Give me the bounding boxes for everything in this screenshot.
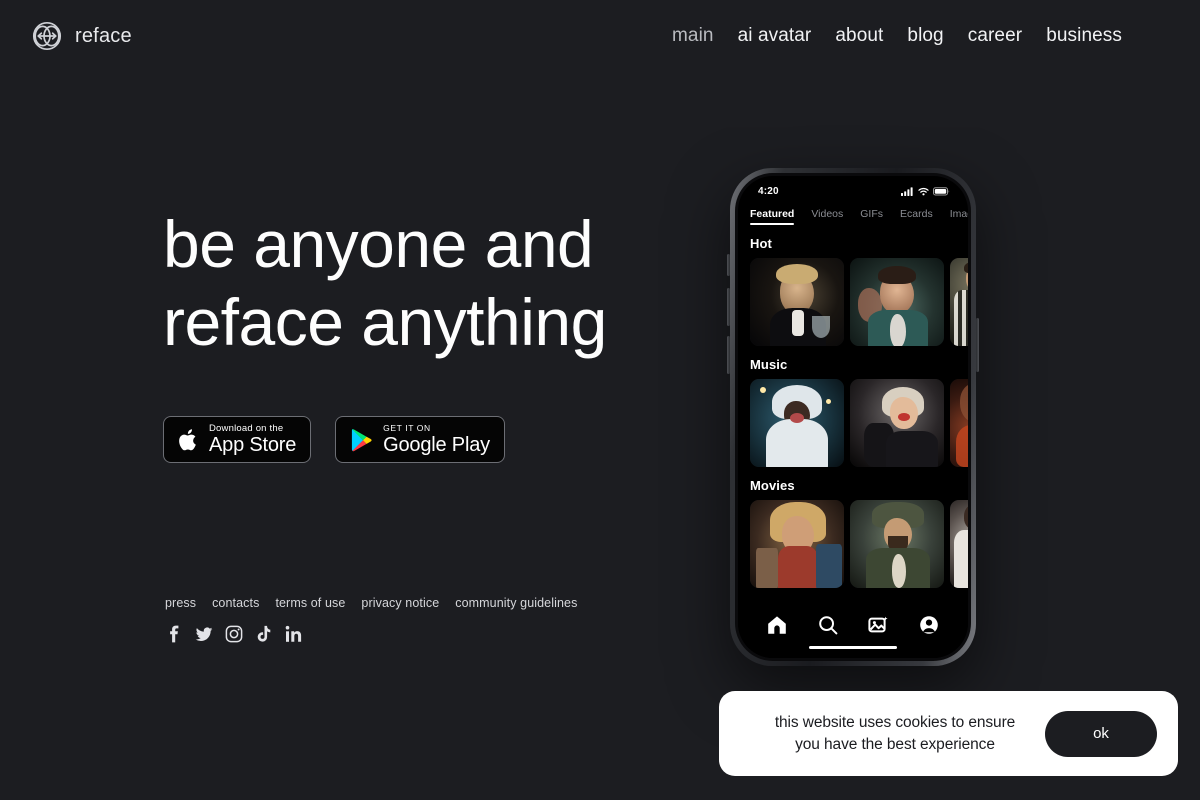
footer-link-terms-of-use[interactable]: terms of use bbox=[275, 596, 345, 610]
search-icon[interactable] bbox=[817, 614, 839, 636]
phone-mockup: 4:20 Featured Videos GIFs Ecards Ima Hot… bbox=[727, 168, 979, 666]
main-nav: main ai avatar about blog career busines… bbox=[672, 25, 1122, 47]
phone-volume-down-button bbox=[727, 336, 730, 374]
thumbnail-party-selfie[interactable] bbox=[850, 258, 944, 346]
section-movies: Movies bbox=[738, 467, 968, 588]
footer-link-privacy-notice[interactable]: privacy notice bbox=[361, 596, 439, 610]
thumbnail-plaid-suit[interactable] bbox=[950, 258, 968, 346]
thumbnail-row-movies bbox=[750, 500, 968, 588]
section-title-music: Music bbox=[750, 357, 788, 372]
thumbnail-santa-costume[interactable] bbox=[750, 379, 844, 467]
phone-power-button bbox=[976, 318, 979, 372]
phone-screen: 4:20 Featured Videos GIFs Ecards Ima Hot… bbox=[738, 176, 968, 658]
cookie-accept-button[interactable]: ok bbox=[1045, 710, 1157, 757]
google-play-badge-subtitle: GET IT ON bbox=[383, 423, 431, 433]
section-title-movies: Movies bbox=[750, 478, 795, 493]
phone-mute-switch bbox=[727, 254, 730, 276]
tiktok-icon[interactable] bbox=[255, 625, 273, 643]
instagram-icon[interactable] bbox=[225, 625, 243, 643]
reface-landing-page: reface main ai avatar about blog career … bbox=[0, 0, 1200, 800]
profile-icon[interactable] bbox=[918, 614, 940, 636]
photo-magic-icon[interactable] bbox=[867, 614, 889, 636]
linkedin-icon[interactable] bbox=[285, 625, 303, 643]
thumbnail-row-hot bbox=[750, 258, 968, 346]
tab-gifs[interactable]: GIFs bbox=[860, 208, 883, 225]
nav-item-main[interactable]: main bbox=[672, 25, 714, 47]
cellular-signal-icon bbox=[901, 186, 913, 196]
phone-volume-up-button bbox=[727, 288, 730, 326]
home-indicator bbox=[809, 646, 897, 649]
content-tabs: Featured Videos GIFs Ecards Images bbox=[738, 200, 968, 225]
app-bottom-nav bbox=[738, 604, 968, 658]
footer-link-community-guidelines[interactable]: community guidelines bbox=[455, 596, 577, 610]
nav-item-business[interactable]: business bbox=[1046, 25, 1122, 47]
wifi-icon bbox=[918, 187, 929, 195]
social-links bbox=[165, 625, 577, 643]
status-bar-icons bbox=[901, 186, 950, 196]
brand-logo[interactable]: reface bbox=[30, 19, 132, 53]
app-store-badge-subtitle: Download on the bbox=[209, 423, 284, 434]
tab-featured[interactable]: Featured bbox=[750, 208, 795, 225]
tab-images[interactable]: Images bbox=[950, 208, 968, 225]
nav-item-blog[interactable]: blog bbox=[907, 25, 943, 47]
google-play-badge[interactable]: GET IT ON Google Play bbox=[335, 416, 505, 463]
footer-link-contacts[interactable]: contacts bbox=[212, 596, 259, 610]
tab-ecards[interactable]: Ecards bbox=[900, 208, 933, 225]
thumbnail-leonardo-toast[interactable] bbox=[750, 258, 844, 346]
store-badges: Download on the App Store GET IT ON Goog… bbox=[163, 416, 723, 463]
thumbnail-miley-mic[interactable] bbox=[850, 379, 944, 467]
home-icon[interactable] bbox=[766, 614, 788, 636]
section-music: Music bbox=[738, 346, 968, 467]
hero-section: be anyone and reface anything Download o… bbox=[163, 205, 723, 463]
thumbnail-jack-sparrow[interactable] bbox=[850, 500, 944, 588]
thumbnail-warm-stage[interactable] bbox=[950, 379, 968, 467]
status-bar: 4:20 bbox=[738, 176, 968, 200]
status-bar-time: 4:20 bbox=[758, 185, 779, 197]
google-play-icon bbox=[352, 428, 372, 451]
thumbnail-iron-man[interactable] bbox=[750, 500, 844, 588]
cookie-consent-text: this website uses cookies to ensure you … bbox=[745, 712, 1045, 756]
app-store-badge-title: App Store bbox=[209, 434, 297, 456]
cookie-text-line-1: this website uses cookies to ensure bbox=[774, 713, 1016, 731]
footer-link-press[interactable]: press bbox=[165, 596, 196, 610]
cookie-text-line-2: you have the best experience bbox=[795, 735, 995, 753]
site-header: reface main ai avatar about blog career … bbox=[0, 0, 1200, 72]
brand-name: reface bbox=[75, 24, 132, 47]
twitter-icon[interactable] bbox=[195, 625, 213, 643]
thumbnail-white-outfit[interactable] bbox=[950, 500, 968, 588]
globe-swap-icon bbox=[32, 21, 62, 51]
apple-icon bbox=[179, 428, 196, 450]
footer-links: press contacts terms of use privacy noti… bbox=[165, 596, 577, 610]
section-hot: Hot bbox=[738, 225, 968, 346]
nav-item-about[interactable]: about bbox=[835, 25, 883, 47]
nav-item-career[interactable]: career bbox=[968, 25, 1022, 47]
app-store-badge[interactable]: Download on the App Store bbox=[163, 416, 312, 463]
thumbnail-row-music bbox=[750, 379, 968, 467]
section-title-hot: Hot bbox=[750, 236, 772, 251]
battery-icon bbox=[933, 186, 950, 195]
phone-bezel: 4:20 Featured Videos GIFs Ecards Ima Hot… bbox=[735, 173, 971, 661]
google-play-badge-title: Google Play bbox=[383, 434, 490, 456]
hero-headline-line-2: reface anything bbox=[163, 285, 607, 359]
tab-videos[interactable]: Videos bbox=[811, 208, 843, 225]
hero-headline-line-1: be anyone and bbox=[163, 207, 594, 281]
nav-item-ai-avatar[interactable]: ai avatar bbox=[738, 25, 812, 47]
footer: press contacts terms of use privacy noti… bbox=[165, 596, 577, 643]
facebook-icon[interactable] bbox=[165, 625, 183, 643]
cookie-consent-banner: this website uses cookies to ensure you … bbox=[719, 691, 1178, 776]
